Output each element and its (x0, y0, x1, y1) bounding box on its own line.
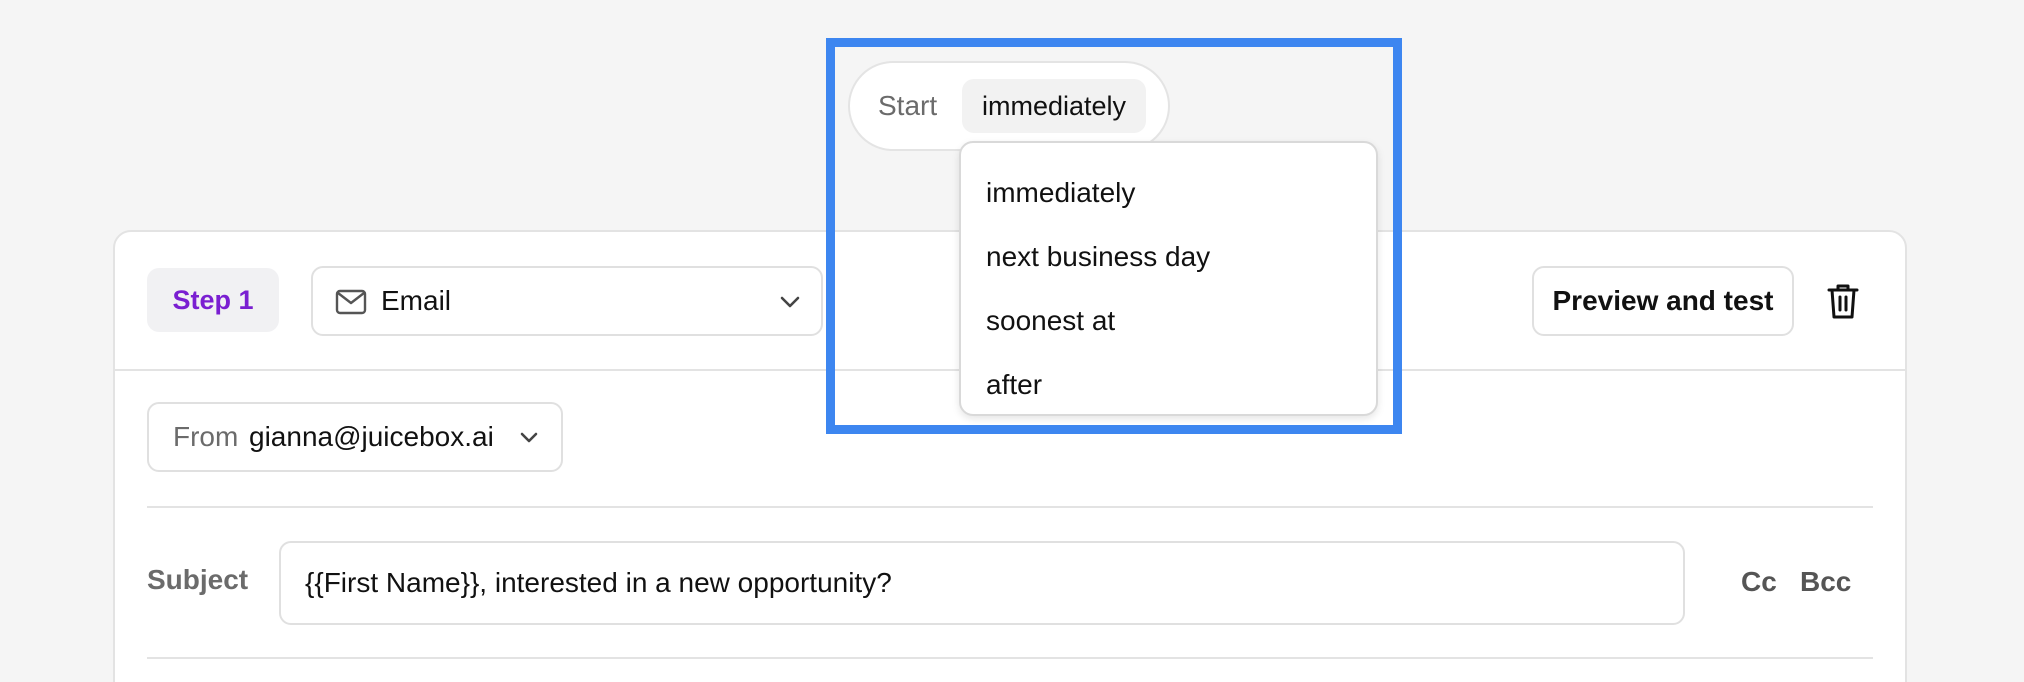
from-divider (147, 506, 1873, 508)
start-timing-dropdown: immediately next business day soonest at… (959, 141, 1378, 416)
start-label: Start (878, 90, 938, 121)
chevron-down-icon (780, 296, 800, 308)
cc-button[interactable]: Cc (1741, 566, 1777, 598)
option-next-business-day[interactable]: next business day (961, 225, 1376, 289)
bcc-button[interactable]: Bcc (1800, 566, 1851, 598)
preview-and-test-button[interactable]: Preview and test (1532, 266, 1794, 336)
step-badge: Step 1 (147, 268, 279, 332)
option-immediately[interactable]: immediately (961, 161, 1376, 225)
page: Start immediately immediately next busin… (0, 0, 2024, 682)
from-value: gianna@juicebox.ai (249, 421, 494, 452)
start-timing-chip[interactable]: immediately (962, 79, 1146, 133)
subject-input[interactable]: {{First Name}}, interested in a new oppo… (279, 541, 1685, 625)
option-after[interactable]: after (961, 353, 1376, 417)
channel-select[interactable]: Email (311, 266, 823, 336)
from-select[interactable]: From gianna@juicebox.ai (147, 402, 563, 472)
subject-label: Subject (147, 564, 249, 595)
trash-icon[interactable] (1825, 282, 1861, 320)
start-timing-selector: Start immediately (848, 61, 1170, 151)
from-label: From (173, 421, 239, 452)
subject-divider (147, 657, 1873, 659)
option-soonest-at[interactable]: soonest at (961, 289, 1376, 353)
chevron-down-icon (520, 432, 538, 443)
mail-icon (335, 289, 367, 315)
channel-label: Email (381, 285, 452, 316)
